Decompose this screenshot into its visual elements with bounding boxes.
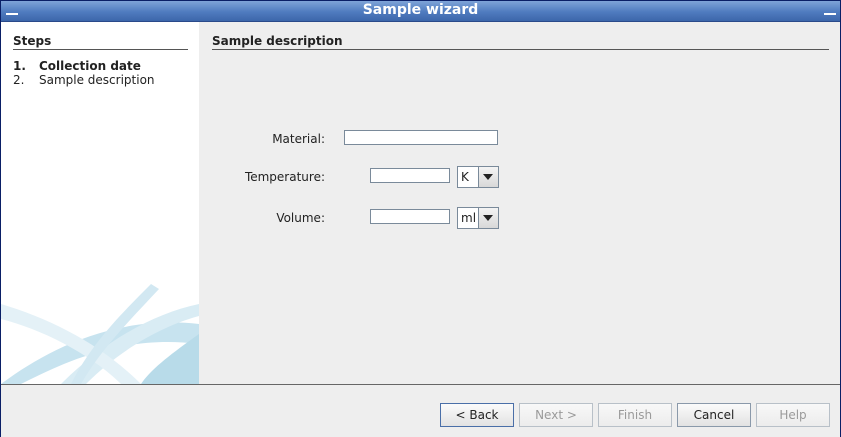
next-button[interactable]: Next > [519,403,593,427]
material-label: Material: [272,132,325,146]
back-button[interactable]: < Back [440,403,514,427]
chevron-down-icon[interactable] [478,208,498,228]
button-bar: < Back Next > Finish Cancel Help [1,384,840,437]
page-title: Sample description [212,34,829,50]
step-number: 1. [13,59,26,73]
decorative-swoosh-graphic [1,284,199,384]
steps-panel: Steps 1. Collection date 2. Sample descrip… [1,22,199,384]
help-button[interactable]: Help [756,403,830,427]
temperature-unit-value: K [461,170,469,184]
volume-input[interactable] [370,209,450,224]
wizard-window: Sample wizard Steps 1. Collection date 2.… [0,0,841,437]
temperature-unit-select[interactable]: K [457,166,499,188]
temperature-input[interactable] [370,168,450,183]
material-input[interactable] [344,130,498,145]
content-panel: Sample description Material: Temperature… [200,22,840,384]
minimize-icon[interactable] [822,3,838,18]
step-item-sample-description: 2. Sample description [13,73,155,87]
window-title: Sample wizard [362,2,479,18]
step-item-collection-date: 1. Collection date [13,59,141,73]
temperature-label: Temperature: [244,170,325,184]
volume-unit-select[interactable]: ml [457,207,499,229]
volume-label: Volume: [276,211,325,225]
title-bar[interactable]: Sample wizard [1,1,840,22]
step-label: Sample description [39,73,155,87]
step-label: Collection date [39,59,141,73]
step-number: 2. [13,73,25,87]
chevron-down-icon[interactable] [478,167,498,187]
cancel-button[interactable]: Cancel [677,403,751,427]
steps-heading: Steps [13,34,188,50]
volume-unit-value: ml [461,211,477,225]
finish-button[interactable]: Finish [598,403,672,427]
